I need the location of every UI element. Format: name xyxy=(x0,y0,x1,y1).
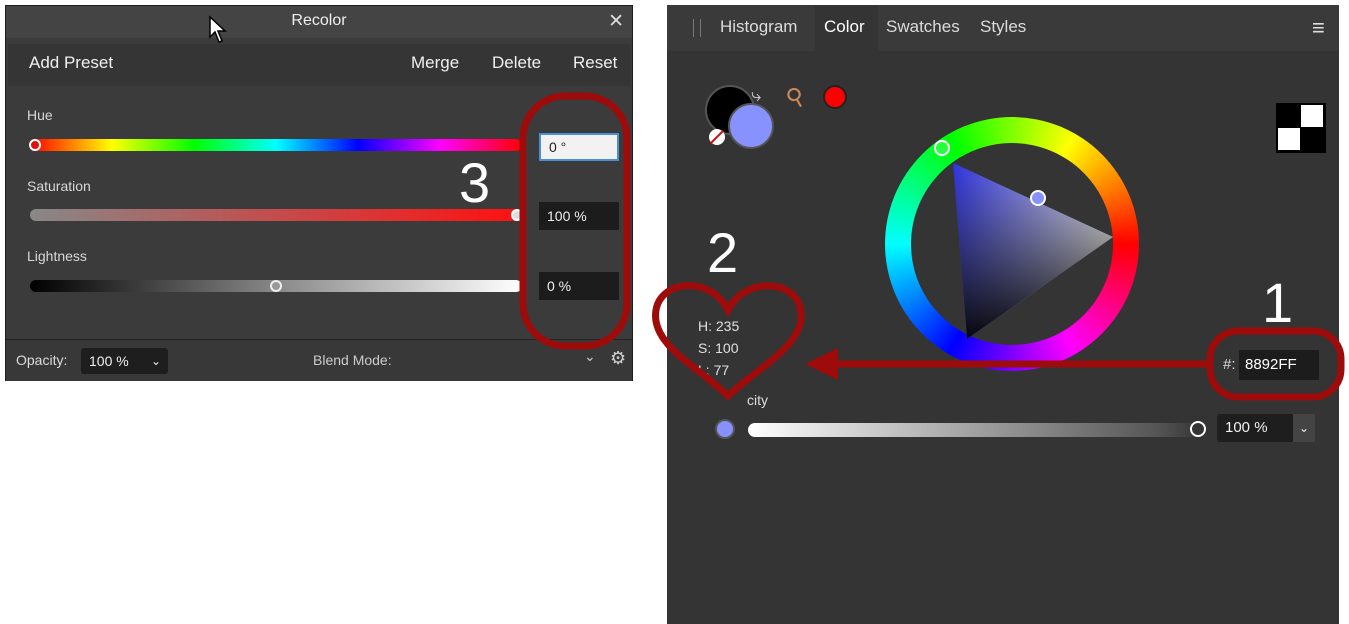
annotation-arrowhead xyxy=(805,348,838,380)
annotation-heart-2 xyxy=(652,282,805,401)
annotation-number-1: 1 xyxy=(1262,271,1294,334)
annotation-number-3: 3 xyxy=(459,151,491,214)
annotation-box-3 xyxy=(519,92,631,350)
annotation-overlay xyxy=(519,92,1345,401)
annotation-number-2: 2 xyxy=(707,221,739,284)
annotation-box-1 xyxy=(1206,327,1345,401)
